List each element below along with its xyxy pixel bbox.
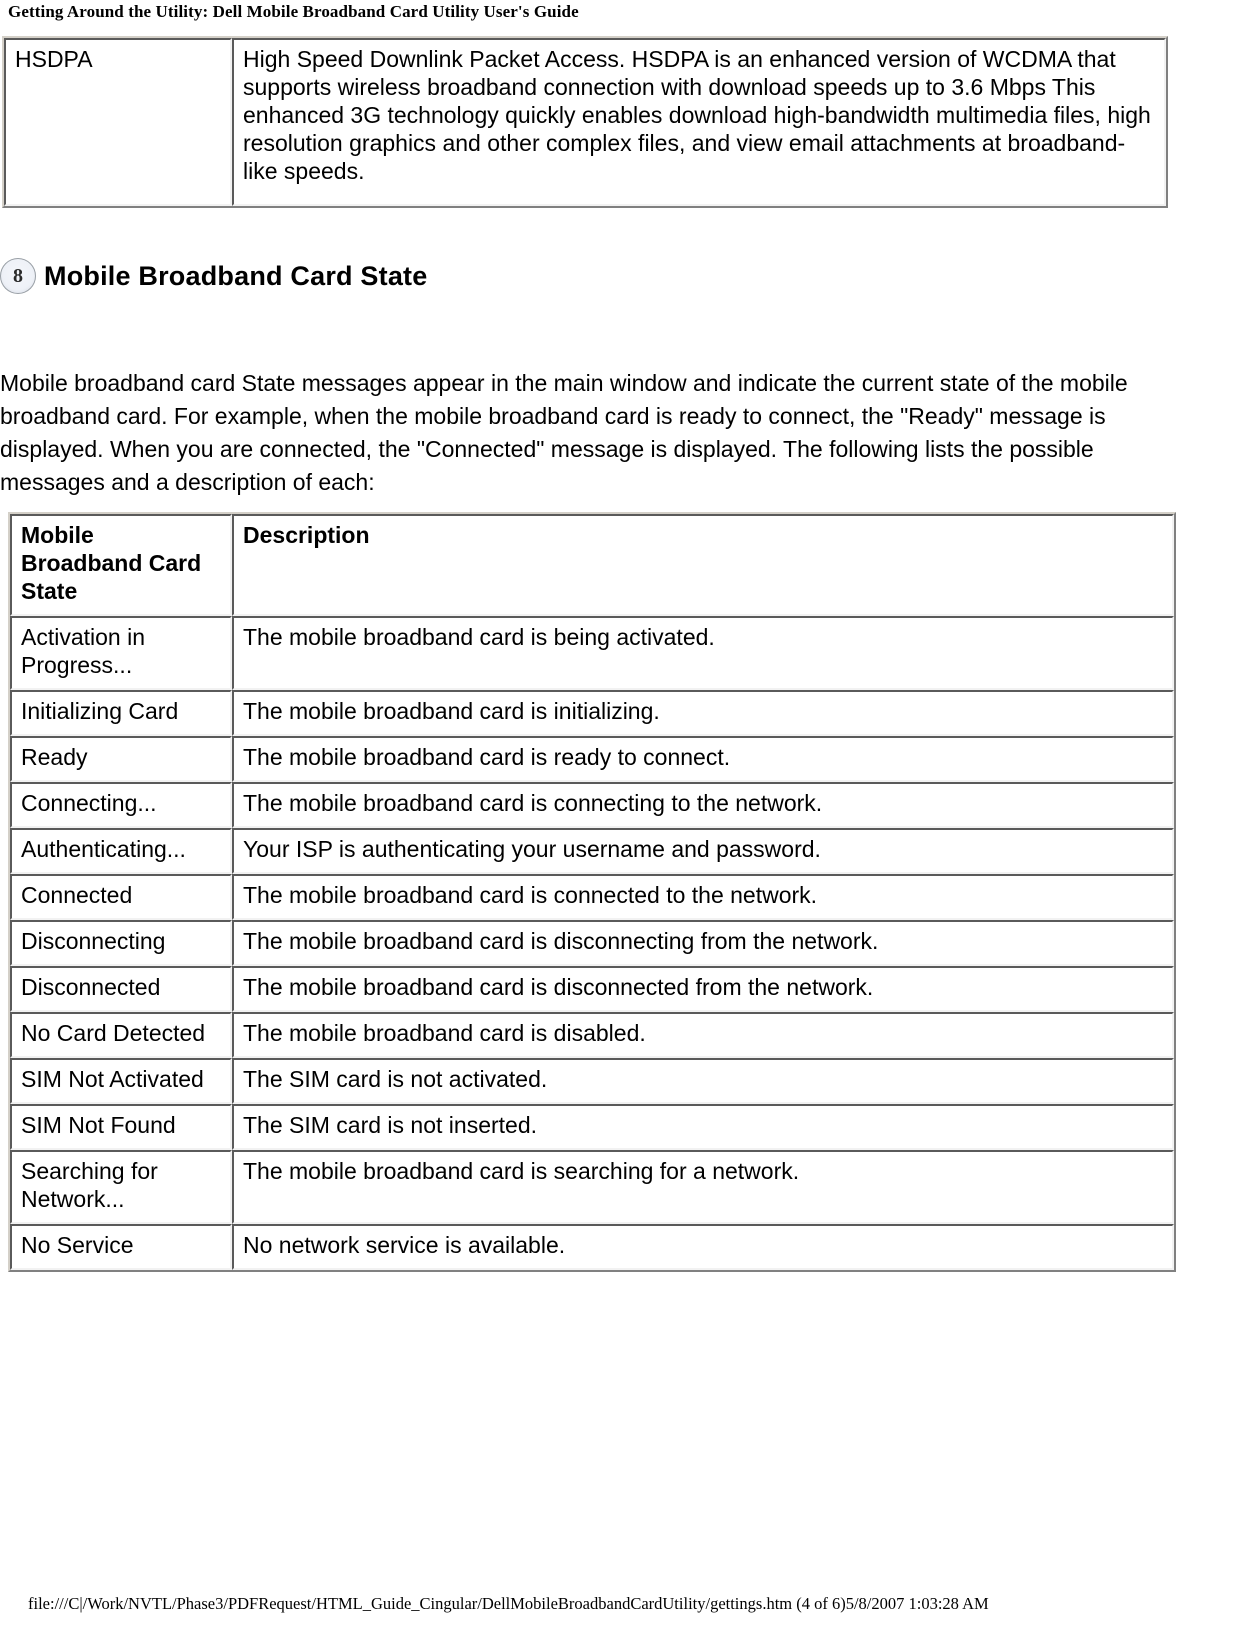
cell-description: The SIM card is not inserted. [232,1104,1174,1150]
step-number-badge-icon: 8 [0,258,36,294]
cell-state: Ready [10,736,232,782]
hsdpa-glossary-table: HSDPA High Speed Downlink Packet Access.… [2,36,1168,208]
table-row: Initializing Card The mobile broadband c… [10,690,1174,736]
cell-description: The mobile broadband card is connected t… [232,874,1174,920]
table-row: Disconnected The mobile broadband card i… [10,966,1174,1012]
cell-description: The mobile broadband card is disconnecti… [232,920,1174,966]
page-header-title: Getting Around the Utility: Dell Mobile … [8,2,579,21]
cell-description: The mobile broadband card is disabled. [232,1012,1174,1058]
card-state-table: Mobile Broadband Card State Description … [8,512,1176,1272]
table-row: Searching for Network... The mobile broa… [10,1150,1174,1224]
table-row: Disconnecting The mobile broadband card … [10,920,1174,966]
cell-state: SIM Not Found [10,1104,232,1150]
hsdpa-definition-cell: High Speed Downlink Packet Access. HSDPA… [232,38,1166,206]
cell-state: Authenticating... [10,828,232,874]
column-header-description: Description [232,514,1174,616]
cell-state: Disconnected [10,966,232,1012]
page-footer-path: file:///C|/Work/NVTL/Phase3/PDFRequest/H… [28,1594,989,1613]
table-row: No Service No network service is availab… [10,1224,1174,1270]
cell-state: Activation in Progress... [10,616,232,690]
table-row: Connecting... The mobile broadband card … [10,782,1174,828]
cell-description: The mobile broadband card is searching f… [232,1150,1174,1224]
table-row: HSDPA High Speed Downlink Packet Access.… [4,38,1166,206]
cell-description: The mobile broadband card is initializin… [232,690,1174,736]
cell-state: Connecting... [10,782,232,828]
cell-state: Disconnecting [10,920,232,966]
table-row: No Card Detected The mobile broadband ca… [10,1012,1174,1058]
cell-description: The SIM card is not activated. [232,1058,1174,1104]
cell-description: The mobile broadband card is being activ… [232,616,1174,690]
cell-state: Connected [10,874,232,920]
cell-description: The mobile broadband card is ready to co… [232,736,1174,782]
cell-description: The mobile broadband card is connecting … [232,782,1174,828]
cell-state: Searching for Network... [10,1150,232,1224]
table-row: Connected The mobile broadband card is c… [10,874,1174,920]
cell-state: SIM Not Activated [10,1058,232,1104]
cell-description: The mobile broadband card is disconnecte… [232,966,1174,1012]
hsdpa-term-cell: HSDPA [4,38,232,206]
column-header-state: Mobile Broadband Card State [10,514,232,616]
cell-state: No Card Detected [10,1012,232,1058]
table-row: Authenticating... Your ISP is authentica… [10,828,1174,874]
table-row: Ready The mobile broadband card is ready… [10,736,1174,782]
table-row: SIM Not Activated The SIM card is not ac… [10,1058,1174,1104]
table-header-row: Mobile Broadband Card State Description [10,514,1174,616]
section-title: Mobile Broadband Card State [44,260,428,291]
section-intro-paragraph: Mobile broadband card State messages app… [0,370,1128,495]
cell-description: Your ISP is authenticating your username… [232,828,1174,874]
table-row: SIM Not Found The SIM card is not insert… [10,1104,1174,1150]
cell-description: No network service is available. [232,1224,1174,1270]
section-heading: 8 Mobile Broadband Card State [0,258,427,294]
cell-state: Initializing Card [10,690,232,736]
table-row: Activation in Progress... The mobile bro… [10,616,1174,690]
cell-state: No Service [10,1224,232,1270]
